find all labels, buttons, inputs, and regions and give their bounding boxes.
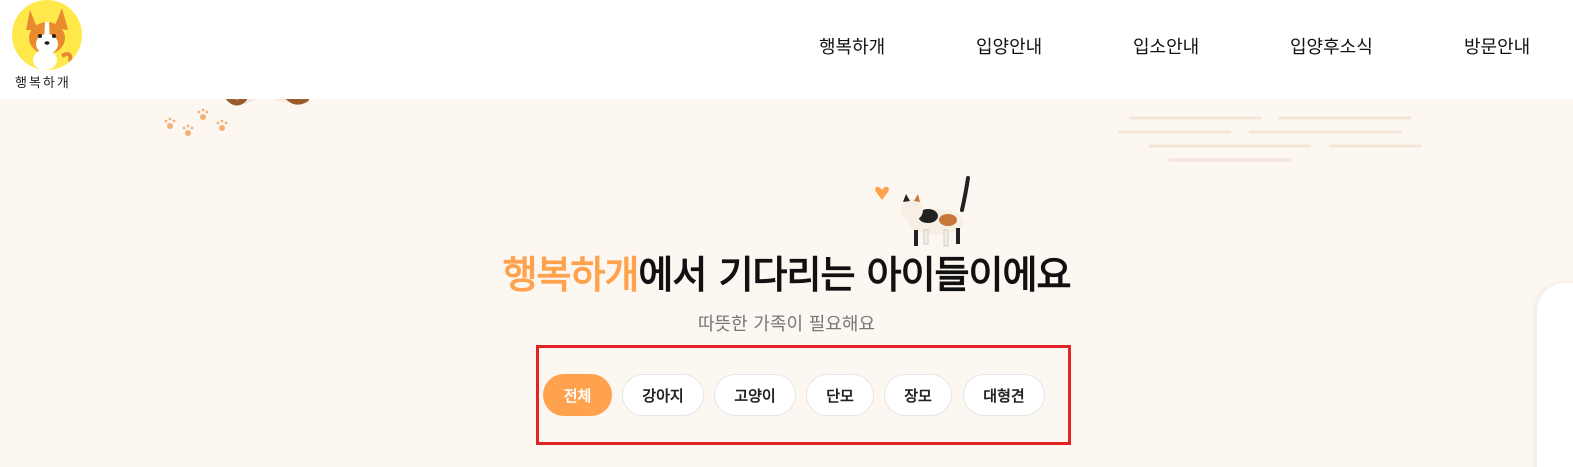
logo[interactable]: 행복하개 — [10, 0, 85, 95]
filter-chip-dog[interactable]: 강아지 — [622, 374, 704, 416]
page-subtitle: 따뜻한 가족이 필요해요 — [697, 314, 876, 335]
nav-item-adoption-news[interactable]: 입양후소식 — [1290, 33, 1373, 59]
filter-chip-all[interactable]: 전체 — [543, 374, 612, 416]
filter-chip-cat[interactable]: 고양이 — [714, 374, 796, 416]
filter-chip-large-dog[interactable]: 대형견 — [963, 374, 1045, 416]
calico-cat-icon — [875, 176, 970, 247]
nav-item-admission-guide[interactable]: 입소안내 — [1133, 33, 1199, 59]
decorative-streaks-icon — [1118, 116, 1422, 162]
page-title: 행복하개에서 기다리는 아이들이에요 — [0, 244, 1573, 299]
nav-item-adoption-guide[interactable]: 입양안내 — [976, 33, 1042, 59]
corgi-logo-icon — [12, 0, 82, 70]
title-rest: 에서 기다리는 아이들이에요 — [638, 253, 1071, 297]
filter-chip-short-hair[interactable]: 단모 — [806, 374, 874, 416]
paw-prints-icon — [164, 95, 309, 136]
side-panel — [1537, 283, 1573, 467]
logo-text: 행복하개 — [15, 76, 71, 91]
nav-item-happy[interactable]: 행복하개 — [819, 33, 885, 59]
site-header: 행복하개 행복하개 입양안내 입소안내 입양후소식 방문안내 — [0, 0, 1573, 99]
title-accent: 행복하개 — [502, 253, 640, 297]
nav-item-visit-guide[interactable]: 방문안내 — [1464, 33, 1530, 59]
filter-chip-long-hair[interactable]: 장모 — [884, 374, 952, 416]
